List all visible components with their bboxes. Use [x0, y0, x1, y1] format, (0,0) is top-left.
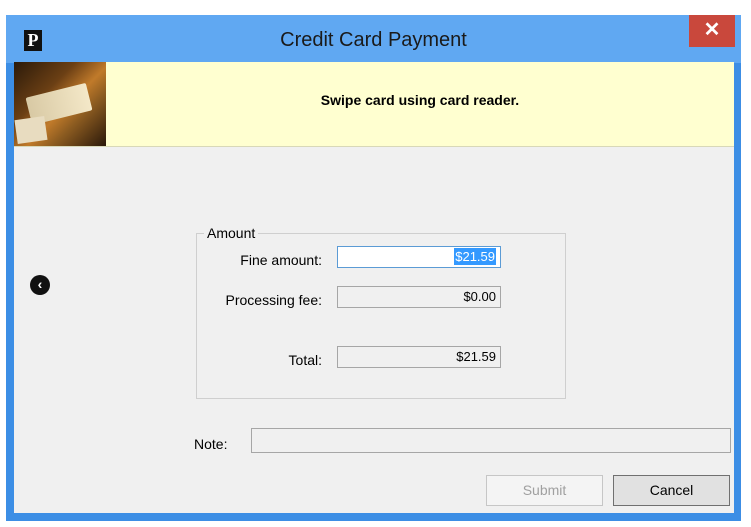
instruction-banner: Swipe card using card reader. [14, 62, 734, 147]
submit-button[interactable]: Submit [486, 475, 603, 506]
window-title: Credit Card Payment [280, 29, 467, 51]
close-button[interactable]: ✕ [689, 15, 735, 47]
card-swipe-image [14, 62, 106, 146]
cancel-button[interactable]: Cancel [613, 475, 730, 506]
fine-amount-label: Fine amount: [240, 252, 322, 268]
dialog-window: P Credit Card Payment ✕ Swipe card using… [6, 15, 741, 521]
total-field: $21.59 [337, 346, 501, 368]
note-label: Note: [194, 436, 228, 452]
back-arrow-icon[interactable]: ‹ [30, 275, 50, 295]
title-bar[interactable]: P Credit Card Payment ✕ [6, 15, 741, 63]
note-input[interactable] [251, 428, 731, 453]
instruction-text: Swipe card using card reader. [320, 92, 520, 108]
dialog-body: Swipe card using card reader. ‹ Amount F… [14, 62, 734, 513]
fine-amount-field[interactable]: $21.59 [337, 246, 501, 268]
total-label: Total: [288, 352, 322, 368]
processing-fee-field: $0.00 [337, 286, 501, 308]
processing-fee-label: Processing fee: [225, 292, 323, 308]
amount-legend: Amount [207, 225, 256, 241]
